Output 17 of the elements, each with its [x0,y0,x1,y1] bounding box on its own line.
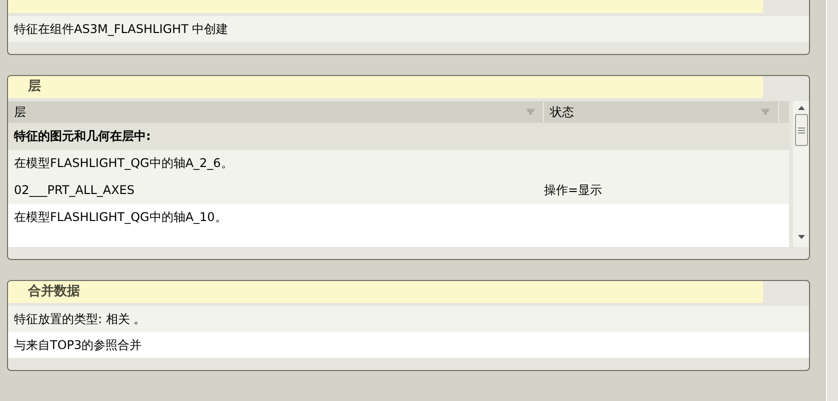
scroll-thumb[interactable] [794,114,808,146]
table-cell-text: 在模型FLASHLIGHT_QG中的轴A_10。 [13,209,228,226]
table-cell-text: 在模型FLASHLIGHT_QG中的轴A_2_6。 [13,155,234,172]
panel-title: 合并数据 [8,281,763,303]
table-cell-text: 特征的图元和几何在层中: [12,128,152,145]
filter-icon[interactable] [761,109,770,115]
filter-icon[interactable] [526,109,535,115]
text-row: 与来自TOP3的参照合并 [8,332,809,358]
column-header[interactable]: 状态 [544,102,779,122]
panel-title: 层 [8,76,763,98]
text-row: 特征放置的类型: 相关 。 [8,306,809,332]
table-cell-text: 操作=显示 [544,182,604,199]
table-cell-text: 02___PRT_ALL_AXES [13,182,136,199]
text-row: 特征在组件AS3M_FLASHLIGHT 中创建 [8,16,809,42]
scroll-down-icon[interactable] [798,235,804,239]
column-header[interactable]: 层 [8,102,544,122]
scroll-up-icon[interactable] [798,106,804,110]
